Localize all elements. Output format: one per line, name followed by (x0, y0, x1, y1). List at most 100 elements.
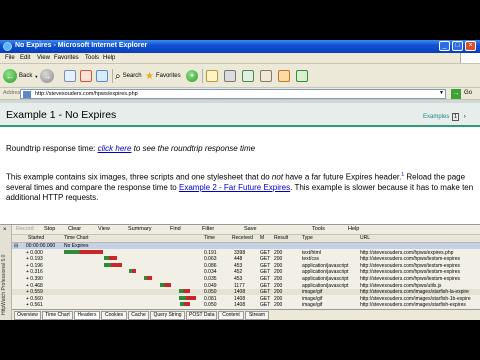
log-result: 200 (274, 295, 283, 302)
log-row[interactable]: + 0.468 0.049 1177 GET 200 application/javasc… (12, 282, 480, 289)
save-menu[interactable]: Save (244, 226, 257, 232)
dropdown-arrow-icon[interactable]: ▼ (439, 90, 444, 96)
discuss-button[interactable] (260, 68, 272, 84)
edit-icon (242, 70, 254, 82)
tab-cache[interactable]: Cache (128, 311, 149, 320)
menu-view[interactable]: View (37, 55, 50, 61)
close-button[interactable]: × (465, 41, 476, 51)
forward-arrow-icon: → (40, 69, 54, 83)
tab-cookies[interactable]: Cookies (101, 311, 127, 320)
log-started: + 0.316 (26, 269, 43, 276)
log-started: + 0.000 (26, 249, 43, 256)
print-button[interactable] (224, 68, 236, 84)
log-received: 1408 (234, 295, 246, 302)
col-time-chart[interactable]: Time Chart (64, 235, 89, 241)
star-icon: ★ (145, 70, 154, 82)
back-button[interactable]: ← Back ▼ (3, 68, 38, 84)
httpwatch-button[interactable] (296, 68, 308, 84)
log-row[interactable]: + 0.196 0.086 453 GET 200 application/javascr… (12, 262, 480, 269)
description-not: not (271, 172, 284, 182)
maximize-button[interactable]: □ (452, 41, 463, 51)
tab-overview[interactable]: Overview (14, 311, 41, 320)
go-button[interactable]: Go (464, 90, 472, 96)
tab-query-string[interactable]: Query String (150, 311, 185, 320)
browser-toolbar: ← Back ▼ → ⌕ Search ★ Favorites ● (0, 64, 480, 88)
filter-menu[interactable]: Filter (202, 226, 214, 232)
col-started[interactable]: Started (28, 235, 44, 241)
find-button[interactable]: Find (170, 226, 181, 232)
log-url: http://stevesouders.com/hpws/testsm-expi… (360, 276, 461, 282)
log-result: 200 (274, 276, 283, 282)
log-group-row[interactable]: ⊟ 00:00:00.000 No Expires (12, 243, 480, 249)
tab-stream[interactable]: Stream (245, 311, 269, 320)
record-button[interactable]: Record (16, 226, 34, 232)
log-method: GET (260, 249, 271, 256)
log-row[interactable]: + 0.000 0.191 3398 GET 200 text/html http://st… (12, 249, 480, 256)
log-url: http://stevesouders.com/images/starfish-… (360, 295, 471, 302)
log-row[interactable]: + 0.561 0.050 1408 GET 200 image/gif http://st… (12, 302, 480, 308)
example-2-link[interactable]: Example 2 - Far Future Expires (179, 183, 290, 192)
forward-button[interactable]: → (40, 68, 54, 84)
edit-button[interactable] (242, 68, 254, 84)
col-result[interactable]: Result (274, 235, 288, 241)
refresh-button[interactable] (80, 68, 92, 84)
col-type[interactable]: Type (302, 235, 313, 241)
page-icon (64, 70, 76, 82)
expand-icon[interactable]: ⊟ (14, 243, 18, 249)
close-panel-icon[interactable]: × (3, 227, 7, 233)
group-started: 00:00:00.000 (26, 243, 56, 249)
tab-time-chart[interactable]: Time Chart (42, 311, 73, 320)
log-url: http://stevesouders.com/hpws/testsm-expi… (360, 256, 461, 263)
next-page-icon[interactable]: › (464, 114, 466, 120)
view-menu[interactable]: View (98, 226, 110, 232)
log-time: 0.050 (204, 289, 217, 296)
help-menu[interactable]: Help (348, 226, 359, 232)
group-label: No Expires (64, 243, 89, 249)
log-row[interactable]: + 0.559 0.050 1408 GET 200 image/gif http://st… (12, 289, 480, 296)
log-row[interactable]: + 0.560 0.081 1408 GET 200 image/gif http://st… (12, 295, 480, 302)
minimize-button[interactable]: _ (439, 41, 450, 51)
go-arrow-icon[interactable]: → (451, 89, 461, 99)
log-row[interactable]: + 0.193 0.063 448 GET 200 text/css http://stev… (12, 256, 480, 262)
log-time: 0.086 (204, 262, 217, 269)
roundtrip-link[interactable]: click here (98, 144, 132, 153)
menu-favorites[interactable]: Favorites (54, 55, 79, 61)
tab-content[interactable]: Content (218, 311, 244, 320)
col-received[interactable]: Received (232, 235, 253, 241)
page-number[interactable]: 1 (452, 113, 460, 121)
col-time[interactable]: Time (204, 235, 215, 241)
stop-button[interactable] (64, 68, 76, 84)
log-result: 200 (274, 302, 283, 309)
clear-button[interactable]: Clear (68, 226, 81, 232)
menu-tools[interactable]: Tools (85, 55, 99, 61)
home-button[interactable] (96, 68, 108, 84)
title-bar: No Expires - Microsoft Internet Explorer… (0, 40, 480, 53)
messenger-button[interactable] (278, 68, 290, 84)
col-url[interactable]: URL (360, 235, 370, 241)
window-title: No Expires - Microsoft Internet Explorer (15, 42, 148, 49)
search-button[interactable]: ⌕ Search (115, 68, 142, 84)
favorites-button[interactable]: ★ Favorites (145, 68, 181, 84)
time-chart-bar (179, 295, 197, 300)
tab-post-data[interactable]: POST Data (186, 311, 217, 320)
tab-headers[interactable]: Headers (74, 311, 100, 320)
log-row[interactable]: + 0.390 0.035 453 GET 200 application/javascr… (12, 276, 480, 282)
summary-button[interactable]: Summary (128, 226, 152, 232)
col-method[interactable]: M (260, 235, 264, 241)
mail-button[interactable] (206, 68, 218, 84)
menu-bar: File Edit View Favorites Tools Help (0, 53, 480, 64)
roundtrip-label: Roundtrip response time: (6, 144, 96, 153)
tools-menu[interactable]: Tools (312, 226, 325, 232)
stop-capture-button[interactable]: Stop (44, 226, 55, 232)
menu-edit[interactable]: Edit (20, 55, 30, 61)
menu-help[interactable]: Help (103, 55, 115, 61)
address-input[interactable]: http://stevesouders.com/hpws/expires.php… (20, 89, 446, 99)
menu-file[interactable]: File (5, 55, 15, 61)
examples-link[interactable]: Examples (423, 114, 449, 120)
log-type: application/javascript (302, 269, 349, 276)
discuss-icon (260, 70, 272, 82)
media-button[interactable]: ● (186, 68, 198, 84)
log-row[interactable]: + 0.316 0.034 452 GET 200 application/javascr… (12, 269, 480, 275)
browser-window: No Expires - Microsoft Internet Explorer… (0, 40, 480, 320)
log-type: image/gif (302, 289, 323, 296)
